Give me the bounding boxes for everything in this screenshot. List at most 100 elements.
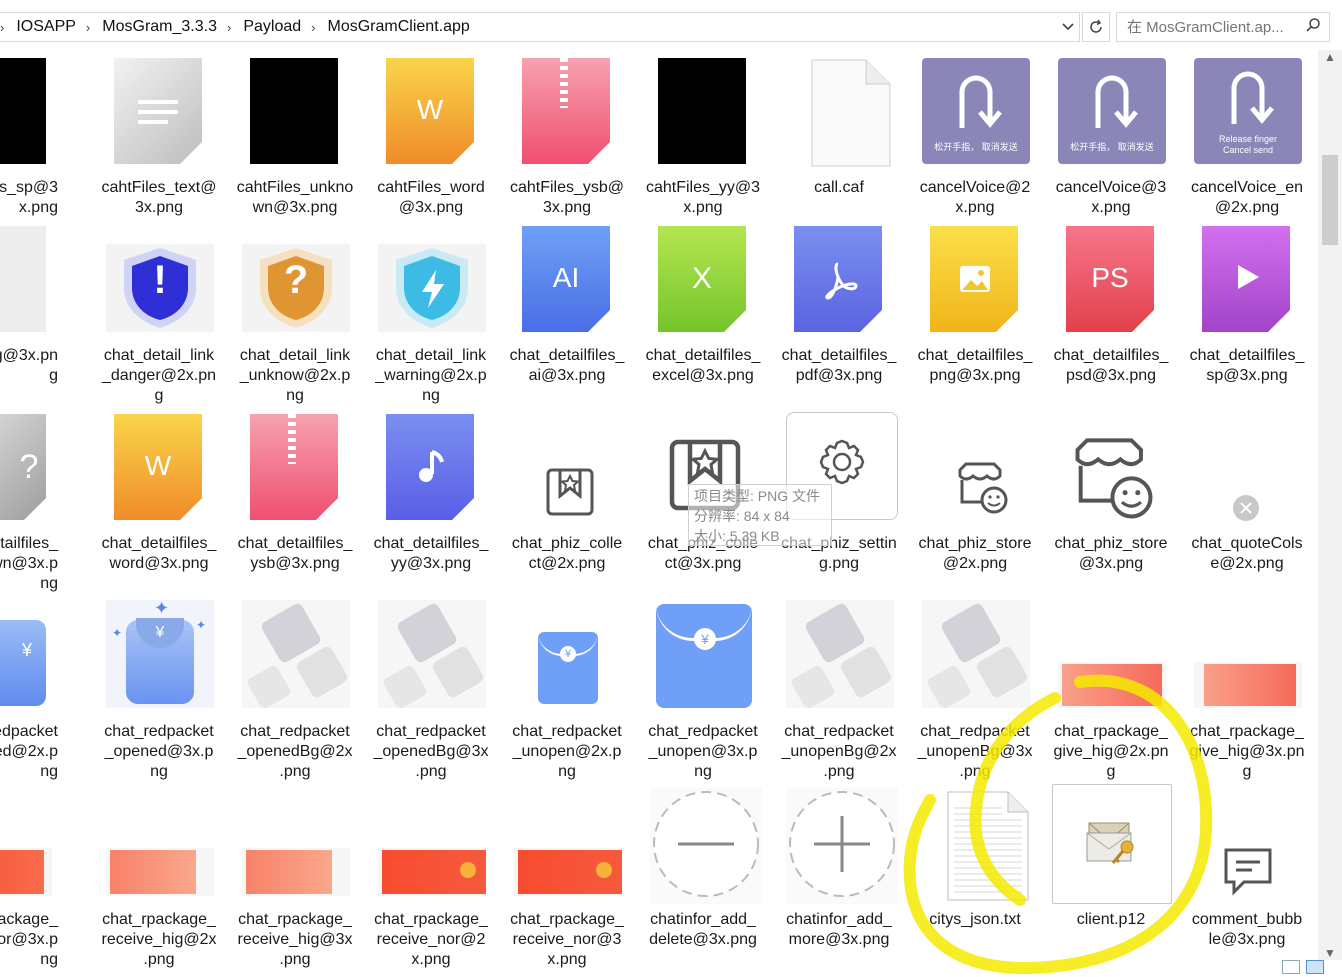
breadcrumb-item-app[interactable]: MosGramClient.app <box>324 18 474 36</box>
zipper-icon <box>288 414 296 464</box>
file-tooltip: 项目类型: PNG 文件 分辨率: 84 x 84 大小: 5.39 KB <box>688 484 832 546</box>
file-name: chat_redpacket _unopenBg@3x .png <box>917 723 1033 780</box>
file-name: chat_redpacket _openedBg@2x .png <box>237 723 353 780</box>
search-input[interactable] <box>1127 18 1297 36</box>
file-name: chat_detail_link _unknow@2x.p ng <box>239 347 351 404</box>
undo-arrow-icon <box>1095 75 1138 128</box>
file-name: chat_redpacket _unopen@2x.p ng <box>512 723 622 780</box>
file-thumbnail <box>1194 412 1306 528</box>
file-name: chat_detailfiles_ ai@3x.png <box>509 347 625 384</box>
file-name: chat_phiz_store @2x.png <box>918 535 1032 572</box>
file-thumbnail <box>242 56 354 172</box>
file-name: cancelVoice@2 x.png <box>919 179 1031 216</box>
image-icon <box>960 266 990 292</box>
file-name: citys_json.txt <box>929 911 1021 928</box>
file-thumbnail: W <box>106 412 218 528</box>
file-thumbnail: X <box>650 224 762 340</box>
ai-glyph: AI <box>552 262 580 293</box>
sparkle-icon: ✦ <box>196 618 207 632</box>
file-name: cahtFiles_unkno wn@3x.png <box>236 179 354 216</box>
file-name: cancelVoice_en @2x.png <box>1190 179 1304 216</box>
file-thumbnail <box>922 600 1034 716</box>
scrollbar-thumb[interactable] <box>1322 155 1338 245</box>
file-thumbnail <box>650 56 762 172</box>
file-thumbnail: ¥ ✦ ✦ ✦ <box>106 598 218 716</box>
file-thumbnail <box>242 600 354 716</box>
file-thumbnail <box>378 600 490 716</box>
address-dropdown-icon[interactable] <box>1057 23 1079 31</box>
file-thumbnail <box>378 788 490 904</box>
file-name: chat_rpackage_ receive_nor@3 x.png <box>510 911 624 968</box>
file-name: client.p12 <box>1076 911 1146 928</box>
close-circle-icon <box>1233 495 1259 521</box>
search-box[interactable] <box>1116 12 1330 42</box>
file-thumbnail <box>514 56 626 172</box>
shield-glyph: ? <box>283 258 309 302</box>
file-name: chat_detailfiles_ ysb@3x.png <box>237 535 353 572</box>
file-name: chat_detailfiles_ pdf@3x.png <box>781 347 897 384</box>
details-view-icon[interactable] <box>1282 960 1300 974</box>
refresh-icon <box>1090 19 1102 33</box>
refresh-button[interactable] <box>1082 12 1110 42</box>
shield-glyph: ! <box>153 258 167 302</box>
unknown-glyph: ? <box>19 448 39 486</box>
voice-caption: 松开手指， 取消发送 <box>934 142 1018 152</box>
file-name: _detailfiles_ nown@3x.p ng <box>0 535 58 592</box>
breadcrumb-chevron-icon[interactable]: › <box>221 20 239 35</box>
file-name: chat_rpackage_ receive_hig@3x .png <box>237 911 353 968</box>
breadcrumb-chevron-icon[interactable]: › <box>80 20 98 35</box>
breadcrumb-chevron-icon[interactable]: › <box>305 20 323 35</box>
file-name: cahtFiles_word @3x.png <box>377 179 485 216</box>
vertical-scrollbar[interactable]: ▲ ▼ <box>1318 50 1342 960</box>
blank-document-icon <box>811 59 891 167</box>
file-name: chatinfor_add_ delete@3x.png <box>649 911 757 948</box>
sparkle-icon: ✦ <box>154 598 170 618</box>
file-thumbnail <box>1058 412 1170 528</box>
sparkle-icon: ✦ <box>112 626 123 640</box>
file-name: chat_redpacket _unopenBg@2x .png <box>781 723 897 780</box>
file-name: chat_detailfiles_ yy@3x.png <box>373 535 489 572</box>
file-thumbnail: ¥ <box>0 600 54 716</box>
file-thumbnail: 松开手指， 取消发送 <box>922 56 1034 172</box>
store-smile-icon <box>1075 438 1153 519</box>
breadcrumb-chevron-icon[interactable]: › <box>0 20 12 35</box>
file-name: chat_rpackage_ receive_nor@2 x.png <box>374 911 488 968</box>
file-name: cancelVoice@3 x.png <box>1055 179 1167 216</box>
search-icon[interactable] <box>1305 17 1321 37</box>
file-name: chat_rpackage_ receive_hig@2x .png <box>101 911 217 968</box>
scroll-up-icon[interactable]: ▲ <box>1318 50 1342 64</box>
file-name: cahtFiles_yy@3 x.png <box>645 179 761 216</box>
file-name: chat_redpacket _openedBg@3x .png <box>373 723 489 780</box>
breadcrumb-item-iosapp[interactable]: IOSAPP <box>12 18 80 36</box>
file-name: chat_phiz_store @3x.png <box>1054 535 1168 572</box>
scroll-down-icon[interactable]: ▼ <box>1318 946 1342 960</box>
file-thumbnail <box>922 412 1034 528</box>
large-icons-view-icon[interactable] <box>1306 960 1324 974</box>
tooltip-dimensions: 分辨率: 84 x 84 <box>694 508 790 524</box>
file-name: chat_quoteCols e@2x.png <box>1191 535 1303 572</box>
file-thumbnail: AI <box>514 224 626 340</box>
play-icon <box>1238 265 1259 289</box>
file-name: _rpackage_ _nor@3x.p ng <box>0 911 58 968</box>
file-thumbnail-selected <box>1052 784 1172 904</box>
tooltip-size: 大小: 5.39 KB <box>694 528 780 544</box>
file-thumbnail <box>1058 600 1170 716</box>
file-thumbnail: Release finger Cancel send <box>1194 56 1306 172</box>
store-smile-icon <box>958 462 1008 514</box>
file-thumbnail <box>106 56 218 172</box>
breadcrumb-item-payload[interactable]: Payload <box>239 18 305 36</box>
file-thumbnail <box>242 788 354 904</box>
text-document-icon <box>947 791 1029 901</box>
file-grid: Files_sp@3 x.png cahtFiles_text@ 3x.png … <box>0 50 1318 977</box>
file-name: chat_redpacket _unopen@3x.p ng <box>648 723 758 780</box>
file-name: chat_detailfiles_ psd@3x.png <box>1053 347 1169 384</box>
file-thumbnail <box>242 412 354 528</box>
file-thumbnail <box>0 788 54 904</box>
file-thumbnail: ? <box>242 224 354 340</box>
psd-glyph: PS <box>1091 262 1129 293</box>
breadcrumb-item-mosgram[interactable]: MosGram_3.3.3 <box>98 18 221 36</box>
pdf-icon <box>825 262 858 300</box>
address-bar[interactable]: › IOSAPP › MosGram_3.3.3 › Payload › Mos… <box>0 12 1080 42</box>
yen-glyph: ¥ <box>560 646 576 662</box>
voice-caption: Release finger Cancel send <box>1218 134 1278 155</box>
